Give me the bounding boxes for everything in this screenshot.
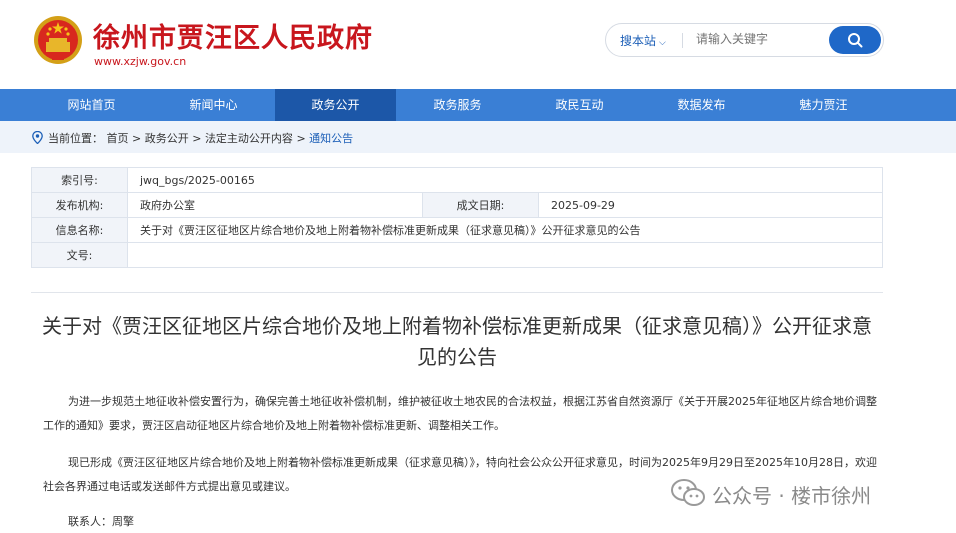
article-contact: 联系人：周擎 xyxy=(68,515,134,528)
search-button[interactable] xyxy=(829,26,881,54)
breadcrumb: 当前位置： 首页 > 政务公开 > 法定主动公开内容 > 通知公告 xyxy=(0,121,956,153)
search-icon xyxy=(848,33,863,48)
meta-info-value: 关于对《贾汪区征地区片综合地价及地上附着物补偿标准更新成果（征求意见稿）》公开征… xyxy=(127,217,883,243)
table-row: 发布机构: 政府办公室 成文日期: 2025-09-29 xyxy=(31,192,883,218)
article-paragraph-1: 为进一步规范土地征收补偿安置行为，确保完善土地征收补偿机制，维护被征收土地农民的… xyxy=(43,395,877,432)
site-url[interactable]: www.xzjw.gov.cn xyxy=(94,55,186,68)
meta-date-value: 2025-09-29 xyxy=(538,192,883,218)
meta-publisher-value: 政府办公室 xyxy=(127,192,423,218)
nav-item-home[interactable]: 网站首页 xyxy=(31,89,152,121)
meta-info-label: 信息名称: xyxy=(31,217,128,243)
breadcrumb-separator: > xyxy=(192,132,202,145)
nav-item-interaction[interactable]: 政民互动 xyxy=(519,89,640,121)
location-pin-icon xyxy=(32,131,43,144)
document-meta-table: 索引号: jwq_bgs/2025-00165 发布机构: 政府办公室 成文日期… xyxy=(31,167,883,268)
search-scope-label: 搜本站 xyxy=(620,34,657,48)
breadcrumb-separator: > xyxy=(132,132,142,145)
breadcrumb-government-affairs[interactable]: 政务公开 xyxy=(145,132,189,145)
divider xyxy=(31,292,883,293)
nav-item-news[interactable]: 新闻中心 xyxy=(153,89,274,121)
meta-index-value: jwq_bgs/2025-00165 xyxy=(127,167,883,193)
breadcrumb-statutory-disclosure[interactable]: 法定主动公开内容 xyxy=(205,132,293,145)
search-divider xyxy=(682,33,683,48)
watermark-text: 公众号 · 楼市徐州 xyxy=(712,484,872,508)
nav-item-charm[interactable]: 魅力贾汪 xyxy=(763,89,884,121)
nav-item-data[interactable]: 数据发布 xyxy=(641,89,762,121)
table-row: 信息名称: 关于对《贾汪区征地区片综合地价及地上附着物补偿标准更新成果（征求意见… xyxy=(31,217,883,243)
chevron-down-icon: ⌵ xyxy=(659,38,666,48)
meta-publisher-label: 发布机构: xyxy=(31,192,128,218)
breadcrumb-home[interactable]: 首页 xyxy=(107,132,129,145)
meta-index-label: 索引号: xyxy=(31,167,128,193)
breadcrumb-current[interactable]: 通知公告 xyxy=(309,132,353,145)
table-row: 文号: xyxy=(31,242,883,268)
search-scope-dropdown[interactable]: 搜本站 ⌵ xyxy=(620,32,666,49)
meta-docno-value xyxy=(127,242,883,268)
breadcrumb-separator: > xyxy=(296,132,306,145)
nav-item-services[interactable]: 政务服务 xyxy=(397,89,518,121)
wechat-icon xyxy=(671,479,705,506)
meta-date-label: 成文日期: xyxy=(422,192,539,218)
nav-item-government-affairs[interactable]: 政务公开 xyxy=(275,89,396,121)
table-row: 索引号: jwq_bgs/2025-00165 xyxy=(31,167,883,193)
site-title[interactable]: 徐州市贾汪区人民政府 xyxy=(93,16,373,55)
national-emblem-icon[interactable] xyxy=(33,14,83,66)
search-box: 搜本站 ⌵ xyxy=(605,23,884,57)
search-input[interactable] xyxy=(696,32,816,46)
breadcrumb-prefix: 当前位置： xyxy=(48,132,103,145)
site-header: 徐州市贾汪区人民政府 www.xzjw.gov.cn 搜本站 ⌵ xyxy=(0,0,956,89)
meta-docno-label: 文号: xyxy=(31,242,128,268)
article-title: 关于对《贾汪区征地区片综合地价及地上附着物补偿标准更新成果（征求意见稿）》公开征… xyxy=(42,314,872,369)
main-nav: 网站首页 新闻中心 政务公开 政务服务 政民互动 数据发布 魅力贾汪 xyxy=(0,89,956,121)
breadcrumb-trail: 当前位置： 首页 > 政务公开 > 法定主动公开内容 > 通知公告 xyxy=(48,130,353,146)
